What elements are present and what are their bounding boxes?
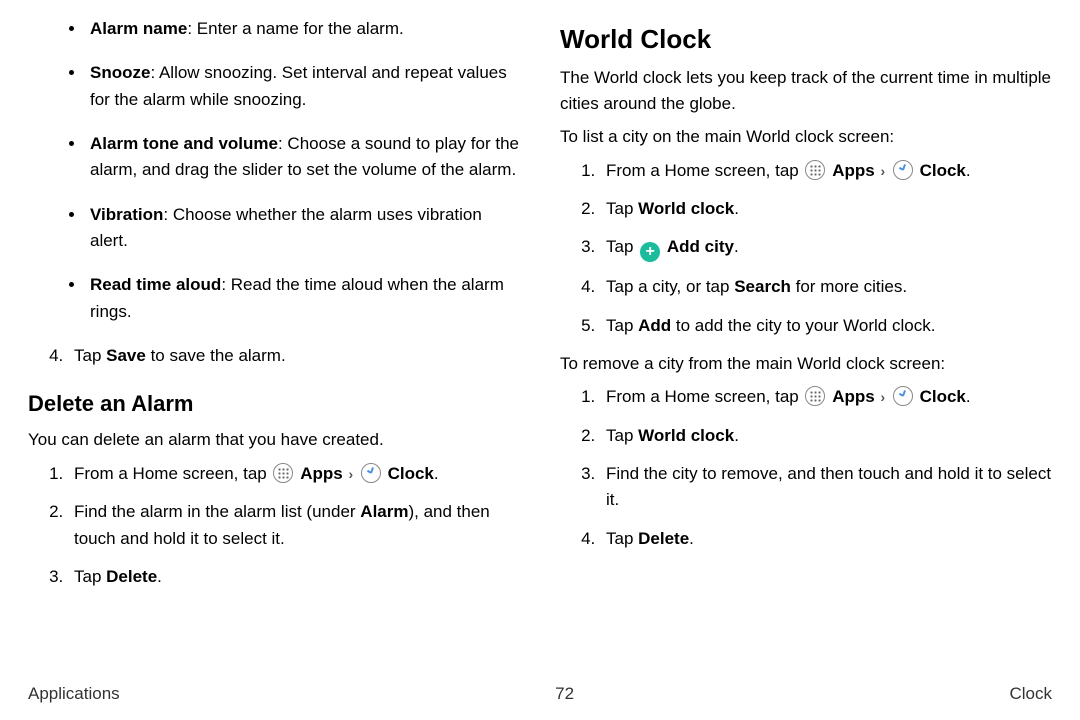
chevron-right-icon: › <box>348 464 353 486</box>
remove-step-4: Tap Delete. <box>600 526 1052 552</box>
world-clock-intro: The World clock lets you keep track of t… <box>560 65 1052 116</box>
footer-left: Applications <box>28 684 120 704</box>
remove-step-3: Find the city to remove, and then touch … <box>600 461 1052 514</box>
delete-alarm-heading: Delete an Alarm <box>28 391 520 417</box>
remove-city-steps: From a Home screen, tap Apps › Clock. Ta… <box>560 384 1052 552</box>
delete-alarm-intro: You can delete an alarm that you have cr… <box>28 427 520 453</box>
list-step-4: Tap a city, or tap Search for more citie… <box>600 274 1052 300</box>
bullet-alarm-name: Alarm name: Enter a name for the alarm. <box>86 16 520 42</box>
apps-icon <box>273 463 293 483</box>
delete-step-2: Find the alarm in the alarm list (under … <box>68 499 520 552</box>
add-icon <box>640 242 660 262</box>
bullet-read-aloud: Read time aloud: Read the time aloud whe… <box>86 272 520 325</box>
bullet-vibration: Vibration: Choose whether the alarm uses… <box>86 202 520 255</box>
remove-step-2: Tap World clock. <box>600 423 1052 449</box>
footer-right: Clock <box>1009 684 1052 704</box>
remove-step-1: From a Home screen, tap Apps › Clock. <box>600 384 1052 410</box>
list-city-steps: From a Home screen, tap Apps › Clock. Ta… <box>560 158 1052 339</box>
bullet-term: Alarm name <box>90 19 187 38</box>
delete-step-3: Tap Delete. <box>68 564 520 590</box>
bullet-desc: : Enter a name for the alarm. <box>187 19 403 38</box>
list-step-5: Tap Add to add the city to your World cl… <box>600 313 1052 339</box>
list-step-2: Tap World clock. <box>600 196 1052 222</box>
chevron-right-icon: › <box>880 387 885 409</box>
list-city-intro: To list a city on the main World clock s… <box>560 124 1052 150</box>
bullet-term: Vibration <box>90 205 163 224</box>
bullet-tone-volume: Alarm tone and volume: Choose a sound to… <box>86 131 520 184</box>
apps-icon <box>805 386 825 406</box>
footer-page-number: 72 <box>555 684 574 704</box>
world-clock-heading: World Clock <box>560 24 1052 55</box>
alarm-options-bullets: Alarm name: Enter a name for the alarm. … <box>28 16 520 325</box>
bullet-term: Alarm tone and volume <box>90 134 278 153</box>
list-step-1: From a Home screen, tap Apps › Clock. <box>600 158 1052 184</box>
delete-steps: From a Home screen, tap Apps › Clock. Fi… <box>28 461 520 590</box>
apps-icon <box>805 160 825 180</box>
clock-icon <box>893 386 913 406</box>
left-column: Alarm name: Enter a name for the alarm. … <box>28 10 520 602</box>
list-step-3: Tap Add city. <box>600 234 1052 262</box>
bullet-term: Snooze <box>90 63 150 82</box>
clock-icon <box>361 463 381 483</box>
step-save: Tap Save to save the alarm. <box>68 343 520 369</box>
bullet-desc: : Allow snoozing. Set interval and repea… <box>90 63 507 108</box>
remove-city-intro: To remove a city from the main World clo… <box>560 351 1052 377</box>
page-footer: Applications 72 Clock <box>28 684 1052 704</box>
delete-step-1: From a Home screen, tap Apps › Clock. <box>68 461 520 487</box>
save-step-list: Tap Save to save the alarm. <box>28 343 520 369</box>
chevron-right-icon: › <box>880 161 885 183</box>
bullet-snooze: Snooze: Allow snoozing. Set interval and… <box>86 60 520 113</box>
right-column: World Clock The World clock lets you kee… <box>560 10 1052 602</box>
bullet-term: Read time aloud <box>90 275 221 294</box>
clock-icon <box>893 160 913 180</box>
